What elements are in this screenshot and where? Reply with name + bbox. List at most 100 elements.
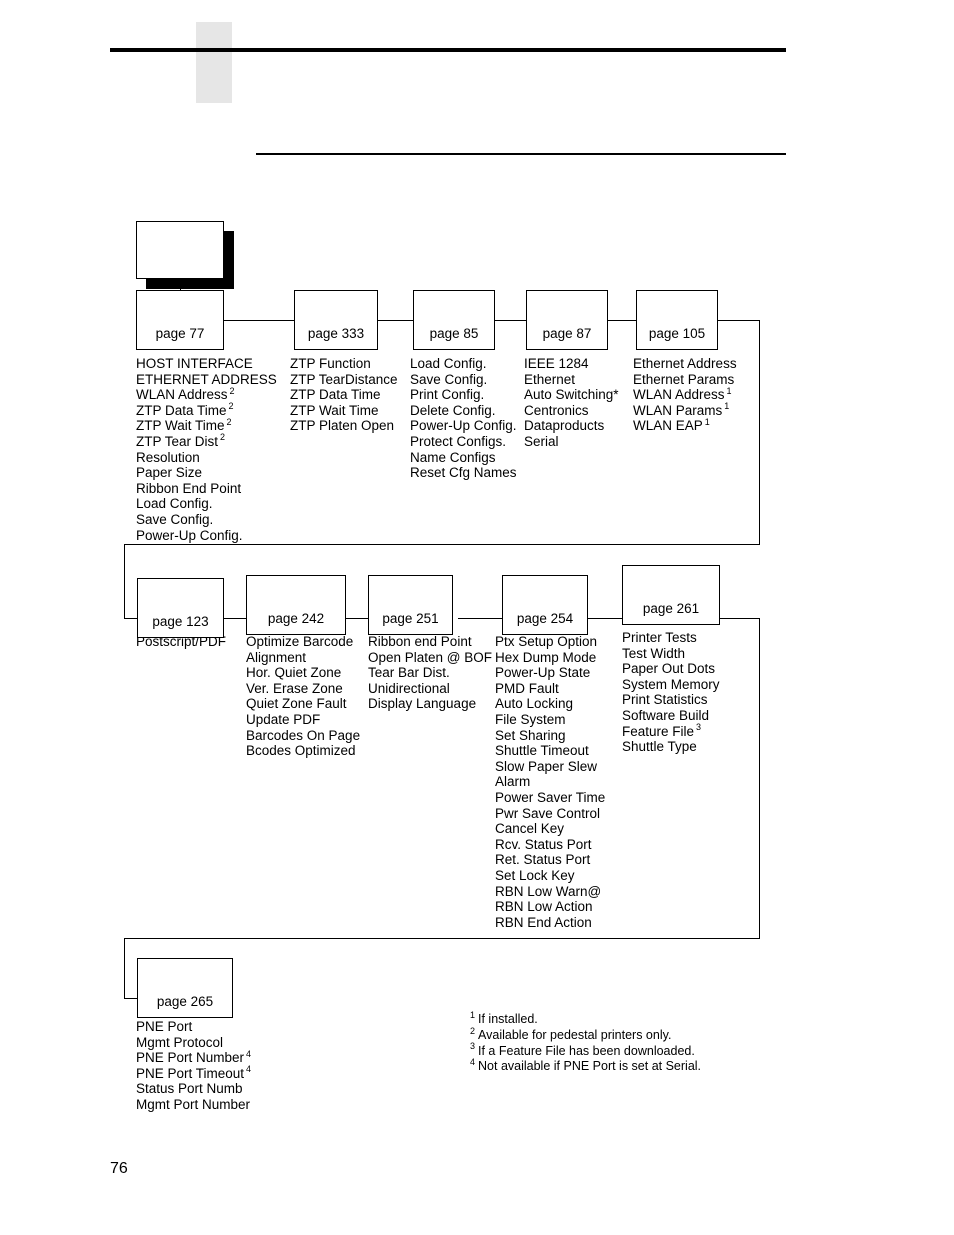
connector-wrap2-down bbox=[759, 618, 761, 939]
menu-item-label: Update PDF bbox=[246, 711, 321, 727]
menu-item-label: Dataproducts bbox=[524, 418, 605, 434]
node-page-85[interactable]: page 85 bbox=[413, 290, 495, 350]
menu-item: ZTP Wait Time 2 bbox=[136, 416, 277, 434]
menu-item: PMD Fault bbox=[495, 681, 605, 697]
menu-item-footnote-marker: 2 bbox=[226, 416, 232, 427]
menu-item: Auto Switching* bbox=[524, 387, 619, 403]
menu-item-label: PNE Port Number bbox=[136, 1050, 245, 1066]
menu-item: Mgmt Protocol bbox=[136, 1035, 251, 1051]
connector-wrap1-into-row2 bbox=[124, 544, 126, 619]
footnote-text: Not available if PNE Port is set at Seri… bbox=[478, 1059, 702, 1074]
menu-item-label: Hex Dump Mode bbox=[495, 649, 597, 665]
node-page-242[interactable]: page 242 bbox=[246, 575, 346, 635]
node-page-251[interactable]: page 251 bbox=[368, 575, 453, 635]
connector-row2-b bbox=[346, 618, 368, 620]
menu-item-label: ZTP Data Time bbox=[136, 402, 227, 418]
node-page-105[interactable]: page 105 bbox=[636, 290, 718, 350]
menu-item: Protect Configs. bbox=[410, 434, 517, 450]
menu-item-footnote-marker: 1 bbox=[724, 401, 730, 412]
footnote-text: Available for pedestal printers only. bbox=[478, 1027, 672, 1042]
menu-list-page-251: Ribbon end Point Open Platen @ BOF Tear Ba… bbox=[368, 634, 492, 712]
menu-item: Load Config. bbox=[136, 496, 277, 512]
menu-item-label: RBN Low Action bbox=[495, 899, 593, 915]
menu-item-label: ZTP Wait Time bbox=[290, 402, 379, 418]
menu-item: Set Sharing bbox=[495, 728, 605, 744]
menu-item-label: Mgmt Protocol bbox=[136, 1034, 224, 1050]
node-page-333[interactable]: page 333 bbox=[294, 290, 378, 350]
menu-item-label: Ptx Setup Option bbox=[495, 634, 598, 649]
menu-item: Tear Bar Dist. bbox=[368, 665, 492, 681]
menu-item: Resolution bbox=[136, 450, 277, 466]
menu-item: Mgmt Port Number bbox=[136, 1097, 251, 1113]
menu-item: Ribbon End Point bbox=[136, 481, 277, 497]
menu-item: Set Lock Key bbox=[495, 868, 605, 884]
menu-item-label: Resolution bbox=[136, 449, 200, 465]
menu-item: ZTP Function bbox=[290, 356, 398, 372]
menu-item: Quiet Zone Fault bbox=[246, 696, 360, 712]
menu-item-label: Open Platen @ BOF bbox=[368, 649, 493, 665]
menu-item: HOST INTERFACE bbox=[136, 356, 277, 372]
footnote-marker: 2 bbox=[470, 1025, 476, 1036]
menu-item: Power Saver Time bbox=[495, 790, 605, 806]
menu-item: Rcv. Status Port bbox=[495, 837, 605, 853]
menu-item: Slow Paper Slew bbox=[495, 759, 605, 775]
menu-item: ETHERNET ADDRESS bbox=[136, 372, 277, 388]
menu-item: ZTP Data Time bbox=[290, 387, 398, 403]
menu-item-footnote-marker: 4 bbox=[246, 1048, 252, 1059]
node-page-87[interactable]: page 87 bbox=[526, 290, 608, 350]
menu-item-label: Auto Locking bbox=[495, 696, 574, 712]
menu-item: Ethernet Params bbox=[633, 372, 737, 388]
menu-item: Auto Locking bbox=[495, 696, 605, 712]
menu-item: Shuttle Type bbox=[622, 739, 720, 755]
menu-item-label: Paper Out Dots bbox=[622, 661, 716, 677]
menu-item-footnote-marker: 2 bbox=[220, 432, 226, 443]
menu-item: Name Configs bbox=[410, 450, 517, 466]
menu-item-label: Name Configs bbox=[410, 449, 496, 465]
node-page-254[interactable]: page 254 bbox=[502, 575, 588, 635]
menu-item-label: Test Width bbox=[622, 645, 686, 661]
menu-item: Hor. Quiet Zone bbox=[246, 665, 360, 681]
menu-item-label: ETHERNET ADDRESS bbox=[136, 371, 277, 387]
menu-item-label: ZTP Data Time bbox=[290, 387, 381, 403]
menu-item: Ethernet bbox=[524, 372, 619, 388]
menu-item-label: Slow Paper Slew bbox=[495, 758, 598, 774]
menu-item-footnote-marker: 3 bbox=[696, 722, 702, 733]
menu-item: Print Config. bbox=[410, 387, 517, 403]
node-label-page-254: page 254 bbox=[516, 611, 574, 626]
menu-item: Ret. Status Port bbox=[495, 852, 605, 868]
menu-item-label: WLAN Address bbox=[633, 387, 725, 403]
menu-item: Alignment bbox=[246, 650, 360, 666]
menu-item-label: Feature File bbox=[622, 723, 695, 739]
menu-item: Software Build bbox=[622, 708, 720, 724]
connector-row1-b bbox=[378, 320, 413, 322]
menu-item-label: Status Port Numb bbox=[136, 1081, 243, 1097]
menu-item-label: Hor. Quiet Zone bbox=[246, 665, 342, 681]
menu-item-footnote-marker: 4 bbox=[246, 1064, 252, 1075]
menu-item-label: Serial bbox=[524, 433, 559, 449]
menu-item: Reset Cfg Names bbox=[410, 465, 517, 481]
node-page-261[interactable]: page 261 bbox=[622, 565, 720, 625]
menu-item: Update PDF bbox=[246, 712, 360, 728]
menu-item-label: Shuttle Type bbox=[622, 739, 697, 755]
node-page-77[interactable]: page 77 bbox=[136, 290, 224, 350]
footnote-marker: 3 bbox=[470, 1041, 476, 1052]
root-node[interactable] bbox=[136, 221, 224, 279]
node-label-page-333: page 333 bbox=[307, 326, 365, 341]
menu-item-label: IEEE 1284 bbox=[524, 356, 589, 371]
node-page-123[interactable]: page 123 bbox=[137, 578, 224, 638]
menu-item: Ribbon end Point bbox=[368, 634, 492, 650]
menu-list-page-105: Ethernet Address Ethernet Params WLAN Addr… bbox=[633, 356, 737, 434]
menu-item: Save Config. bbox=[410, 372, 517, 388]
menu-item-label: PMD Fault bbox=[495, 680, 559, 696]
menu-item-label: Tear Bar Dist. bbox=[368, 665, 450, 681]
menu-item-label: Alignment bbox=[246, 649, 307, 665]
connector-wrap1-out bbox=[718, 320, 760, 322]
node-page-265[interactable]: page 265 bbox=[137, 958, 233, 1018]
menu-item-label: Ethernet bbox=[524, 371, 576, 387]
menu-item: Power-Up Config. bbox=[410, 418, 517, 434]
menu-item: WLAN Params 1 bbox=[633, 401, 737, 419]
menu-item: Unidirectional bbox=[368, 681, 492, 697]
connector-wrap1-back bbox=[124, 544, 760, 546]
menu-item: Barcodes On Page bbox=[246, 728, 360, 744]
menu-item: File System bbox=[495, 712, 605, 728]
